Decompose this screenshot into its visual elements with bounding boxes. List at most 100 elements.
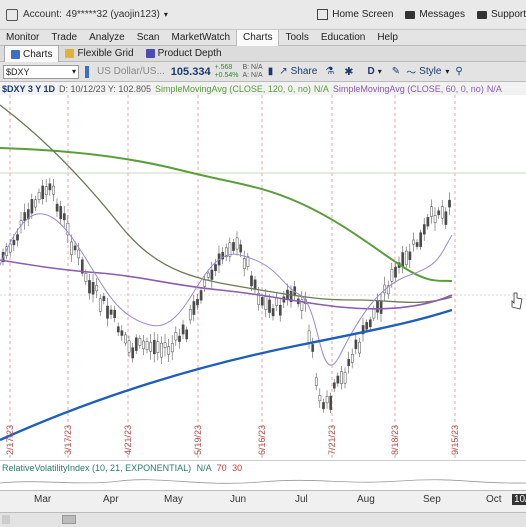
timeframe-selector[interactable]: D: [368, 66, 375, 77]
candle-body: [419, 232, 423, 247]
candle-body: [156, 341, 160, 353]
candle-body: [185, 329, 189, 340]
candle-body: [340, 371, 343, 384]
candle-body: [203, 279, 207, 287]
menu-charts[interactable]: Charts: [236, 29, 280, 46]
price-chart[interactable]: 2/17/23 3/17/23 4/21/23 5/19/23 6/16/23 7/21/…: [0, 95, 526, 460]
support-icon: [476, 10, 487, 19]
candle-body: [325, 396, 329, 404]
scroll-left-button[interactable]: [2, 515, 10, 524]
candle-body: [214, 264, 217, 271]
tab-flexible-grid-label: Flexible Grid: [77, 48, 134, 59]
style-label: Style: [419, 66, 442, 77]
candle-body: [174, 332, 178, 341]
candle-body: [415, 242, 419, 247]
candle-body: [199, 290, 203, 301]
candle-body: [350, 353, 354, 363]
menu-marketwatch[interactable]: MarketWatch: [166, 30, 237, 46]
tab-flexible-grid[interactable]: Flexible Grid: [59, 46, 139, 62]
menu-analyze[interactable]: Analyze: [83, 30, 131, 46]
candle-body: [433, 215, 437, 223]
candle-body: [12, 239, 16, 246]
messages-icon: [405, 10, 416, 19]
share-icon: ↗: [279, 66, 288, 77]
title-bar: Account: 49*****32 (yaojin123) ▾ Home Sc…: [0, 0, 526, 30]
bid-value: B: N/A: [242, 63, 263, 71]
scroll-thumb[interactable]: [62, 515, 76, 524]
rvi-subchart[interactable]: RelativeVolatilityIndex (10, 21, EXPONEN…: [0, 460, 526, 491]
style-button[interactable]: 〜 Style: [402, 64, 445, 79]
sma120-label[interactable]: SimpleMovingAvg (CLOSE, 120, 0, no): [155, 84, 311, 94]
candle-body: [332, 382, 336, 389]
chart-scrollbar[interactable]: [0, 512, 526, 527]
candle-body: [246, 256, 250, 267]
account-dropdown-icon[interactable]: ▾: [164, 10, 168, 19]
candle-body: [34, 199, 37, 208]
bar-chart-icon[interactable]: ▮: [268, 66, 274, 77]
date-label: 2/17/23: [5, 425, 15, 455]
account-number[interactable]: 49*****32 (yaojin123): [66, 9, 160, 20]
menu-monitor[interactable]: Monitor: [0, 30, 45, 46]
depth-tab-icon: [145, 49, 155, 58]
menu-help[interactable]: Help: [371, 30, 404, 46]
candle-body: [268, 299, 271, 313]
menu-scan[interactable]: Scan: [131, 30, 166, 46]
candle-body: [91, 282, 95, 295]
date-label: 4/21/23: [123, 425, 133, 455]
charts-subtabs: Charts Flexible Grid Product Depth: [0, 45, 526, 62]
tab-product-depth[interactable]: Product Depth: [140, 46, 228, 62]
account-label: Account:: [23, 9, 62, 20]
candle-body: [131, 347, 135, 359]
candle-body: [170, 343, 174, 353]
candle-body: [376, 300, 379, 313]
home-screen-icon: [317, 9, 329, 20]
study-data: D: 10/12/23 Y: 102.805: [59, 83, 151, 94]
candle-body: [52, 185, 55, 195]
menu-education[interactable]: Education: [315, 30, 371, 46]
drawing-tool-icon[interactable]: ✎: [392, 66, 400, 77]
month-label-may: May: [164, 494, 183, 505]
candle-body: [181, 324, 185, 335]
crosshair-date-label: 10/: [512, 494, 526, 505]
menu-trade[interactable]: Trade: [45, 30, 83, 46]
candle-body: [210, 269, 214, 280]
tab-charts[interactable]: Charts: [4, 45, 60, 62]
candle-body: [444, 211, 448, 225]
messages-button[interactable]: Messages: [405, 9, 465, 20]
symbol-input[interactable]: $DXY ▾: [3, 64, 79, 79]
month-label-apr: Apr: [103, 494, 119, 505]
share-label: Share: [290, 66, 318, 77]
candle-body: [242, 258, 246, 269]
candle-body: [253, 279, 257, 290]
candle-body: [368, 319, 372, 328]
home-screen-button[interactable]: Home Screen: [317, 9, 393, 20]
price-chart-canvas[interactable]: 2/17/23 3/17/23 4/21/23 5/19/23 6/16/23 7/21/…: [0, 95, 526, 460]
candle-body: [278, 304, 282, 316]
studies-flask-icon[interactable]: ⚗: [325, 66, 334, 77]
candle-body: [48, 183, 52, 191]
candle-body: [430, 206, 433, 217]
pin-icon[interactable]: ⚲: [455, 66, 462, 77]
link-icon[interactable]: [85, 65, 89, 78]
support-button[interactable]: Support: [476, 9, 526, 20]
timeframe-dropdown-icon[interactable]: ▾: [378, 67, 382, 76]
menu-tools[interactable]: Tools: [279, 30, 314, 46]
candle-body: [239, 244, 243, 253]
study-title[interactable]: $DXY 3 Y 1D: [2, 84, 55, 94]
settings-gear-icon[interactable]: ✱: [344, 65, 353, 78]
sma60-label[interactable]: SimpleMovingAvg (CLOSE, 60, 0, no): [333, 84, 484, 94]
support-label: Support: [490, 9, 526, 20]
change-pct: +0.54%: [214, 71, 239, 79]
candle-body: [55, 203, 59, 212]
month-label-oct: Oct: [486, 494, 502, 505]
sma120-value: N/A: [313, 83, 329, 94]
candle-body: [422, 224, 426, 235]
candle-body: [440, 206, 444, 219]
date-label: 7/21/23: [327, 425, 337, 455]
candle-body: [426, 217, 430, 227]
share-button[interactable]: ↗ Share: [275, 66, 321, 77]
candle-body: [62, 213, 66, 221]
style-dropdown-icon[interactable]: ▾: [445, 67, 449, 76]
candle-body: [163, 342, 167, 348]
candle-body: [41, 185, 45, 199]
